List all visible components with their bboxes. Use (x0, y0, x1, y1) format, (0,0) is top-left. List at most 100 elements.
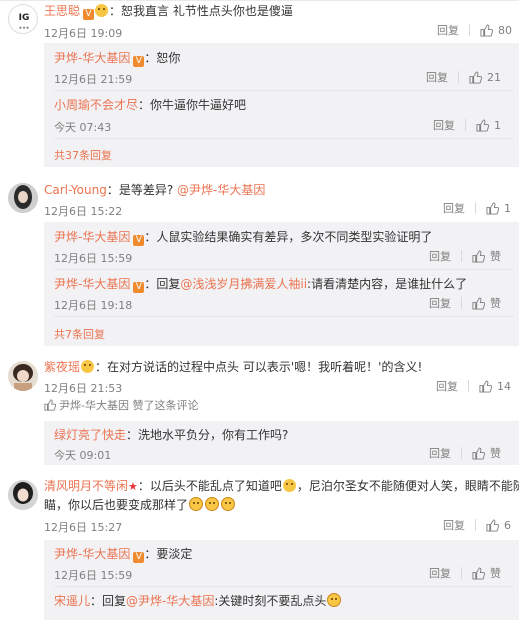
comment-line: 清风明月不等闲★：以后头不能乱点了知道吧 ，尼泊尔圣女不能随便对人笑，眼睛不能随便 (44, 479, 519, 493)
comment-time: 12月6日 21:53 (44, 382, 123, 395)
verified-badge-icon: V (133, 56, 145, 67)
reply-button[interactable]: 回复 (429, 565, 451, 581)
reply-text: 恕你 (156, 51, 181, 65)
reply-button[interactable]: 回复 (429, 248, 451, 264)
reply-button[interactable]: 回复 (429, 445, 451, 461)
comment-line: 瞄，你以后也要变成那样了 (44, 497, 236, 513)
divider (469, 24, 470, 36)
like-label: 赞 (490, 297, 501, 310)
like-icon[interactable] (480, 23, 493, 37)
divider (54, 138, 514, 139)
like-label: 赞 (490, 567, 501, 580)
reply-time: 今天 09:01 (54, 449, 112, 462)
like-icon[interactable] (469, 70, 482, 84)
mention-link[interactable]: @尹烨-华大基因 (126, 594, 214, 608)
more-replies-link[interactable]: 共7条回复 (54, 326, 105, 342)
avatar[interactable] (8, 183, 38, 213)
reply-time: 12月6日 19:18 (54, 299, 133, 312)
laughing-emoji-icon (221, 497, 236, 511)
commenter-name[interactable]: 王思聪 (44, 4, 80, 18)
like-count: 21 (487, 70, 501, 84)
avatar[interactable]: IG ★★★ (8, 4, 38, 34)
divider (468, 380, 469, 392)
replier-name[interactable]: 尹烨-华大基因 (54, 547, 130, 561)
like-icon[interactable] (472, 446, 485, 460)
divider (461, 250, 462, 262)
liked-by-note: 尹烨-华大基因 赞了这条评论 (44, 398, 198, 414)
divider (54, 586, 514, 587)
comment-text: 在对方说话的过程中点头 可以表示'嗯！我听着呢！'的含义! (107, 360, 423, 374)
emoji-icon (81, 360, 95, 373)
like-icon[interactable] (486, 518, 499, 532)
like-icon[interactable] (472, 566, 485, 580)
divider (54, 269, 514, 270)
replier-name[interactable]: 小周瑜不会才尽 (54, 98, 138, 112)
reply-line: 小周瑜不会才尽：你牛逼你牛逼好吧 (54, 98, 247, 112)
reply-line: 宋遥儿：回复@尹烨-华大基因:关键时刻不要乱点头 (54, 593, 342, 609)
like-icon[interactable] (479, 379, 492, 393)
mention-link[interactable]: @浅浅岁月拂满爱人袖ii (180, 277, 307, 291)
reply-line: 尹烨-华大基因 V ：回复@浅浅岁月拂满爱人袖ii:请看清楚内容，是谁扯什么了 (54, 277, 468, 293)
verified-badge-icon: V (133, 235, 145, 246)
reply-time: 12月6日 15:59 (54, 252, 133, 265)
comment-actions: 回复 80 (437, 22, 512, 38)
reply-button[interactable]: 回复 (429, 295, 451, 311)
comment-time: 12月6日 15:22 (44, 205, 123, 218)
comment-time: 12月6日 15:27 (44, 521, 123, 534)
replier-name[interactable]: 宋遥儿 (54, 594, 90, 608)
more-replies-link[interactable]: 共37条回复 (54, 147, 112, 163)
like-icon[interactable] (486, 201, 499, 215)
reply-text: :请看清楚内容，是谁扯什么了 (307, 277, 468, 291)
like-count: 14 (497, 379, 511, 393)
divider (475, 519, 476, 531)
comment-actions: 回复 6 (443, 517, 511, 533)
commenter-name[interactable]: 紫夜瑶 (44, 360, 80, 374)
comment-time: 12月6日 19:09 (44, 27, 123, 40)
like-icon[interactable] (476, 118, 489, 132)
reply-line: 尹烨-华大基因 V ：人鼠实验结果确实有差异，多次不同类型实验证明了 (54, 230, 433, 246)
like-count: 1 (494, 118, 501, 132)
verified-badge-icon: V (133, 282, 145, 293)
emoji-icon (282, 479, 296, 492)
reply-button[interactable]: 回复 (443, 517, 465, 533)
replier-name[interactable]: 尹烨-华大基因 (54, 51, 130, 65)
like-label: 赞 (490, 250, 501, 263)
reply-text: 人鼠实验结果确实有差异，多次不同类型实验证明了 (156, 230, 433, 244)
avatar[interactable] (8, 480, 38, 510)
divider (461, 297, 462, 309)
replier-name[interactable]: 尹烨-华大基因 (54, 277, 130, 291)
like-icon[interactable] (472, 249, 485, 263)
reply-actions: 回复 赞 (429, 445, 501, 461)
replier-name[interactable]: 绿灯亮了快走 (54, 428, 126, 442)
laughing-emoji-icon (205, 497, 220, 511)
divider (475, 202, 476, 214)
reply-time: 今天 07:43 (54, 121, 112, 134)
reply-text: 你牛逼你牛逼好吧 (150, 98, 247, 112)
avatar[interactable] (8, 361, 38, 391)
comment-text: 是等差异? (118, 183, 178, 197)
top-border (0, 0, 519, 1)
reply-button[interactable]: 回复 (433, 117, 455, 133)
commenter-name[interactable]: 清风明月不等闲 (44, 479, 128, 493)
reply-button[interactable]: 回复 (436, 378, 458, 394)
mention-link[interactable]: @尹烨-华大基因 (177, 183, 265, 197)
user-avatar-icon (8, 361, 38, 391)
reply-line: 尹烨-华大基因 V ：要淡定 (54, 547, 193, 563)
reply-button[interactable]: 回复 (426, 69, 448, 85)
comment-actions: 回复 14 (436, 378, 511, 394)
replier-name[interactable]: 尹烨-华大基因 (54, 230, 130, 244)
verified-badge-icon: V (83, 9, 95, 20)
star-icon: ★ (128, 480, 138, 493)
laughing-emoji-icon (327, 593, 342, 607)
emoji-icon (95, 4, 109, 17)
laughing-emoji-icon (189, 497, 204, 511)
like-icon[interactable] (472, 296, 485, 310)
commenter-name[interactable]: Carl-Young (44, 183, 107, 197)
reply-button[interactable]: 回复 (437, 22, 459, 38)
reply-time: 12月6日 15:59 (54, 569, 133, 582)
reply-actions: 回复 赞 (429, 248, 501, 264)
reply-actions: 回复 1 (433, 117, 501, 133)
user-avatar-icon: IG ★★★ (19, 13, 30, 30)
reply-button[interactable]: 回复 (443, 200, 465, 216)
user-avatar-icon (8, 183, 38, 213)
